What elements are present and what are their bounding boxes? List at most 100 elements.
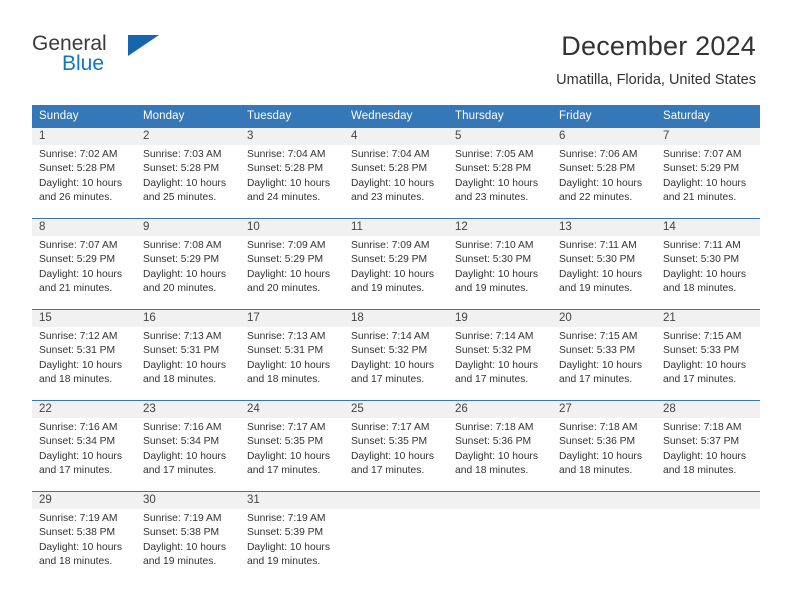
daylight-text-line2: and 26 minutes.: [39, 191, 113, 203]
calendar-day-cell[interactable]: 29 Sunrise: 7:19 AM Sunset: 5:38 PM Dayligh…: [32, 491, 136, 582]
day-number: 13: [552, 219, 656, 236]
calendar-day-cell[interactable]: 1 Sunrise: 7:02 AM Sunset: 5:28 PM Daylight…: [32, 127, 136, 219]
day-cell-inner: 25 Sunrise: 7:17 AM Sunset: 5:35 PM Dayligh…: [344, 401, 448, 491]
sunrise-text: Sunrise: 7:15 AM: [663, 331, 742, 342]
calendar-day-cell[interactable]: 10 Sunrise: 7:09 AM Sunset: 5:29 PM Dayligh…: [240, 218, 344, 310]
sunset-text: Sunset: 5:38 PM: [143, 527, 220, 539]
calendar-day-cell[interactable]: 23 Sunrise: 7:16 AM Sunset: 5:34 PM Dayligh…: [136, 400, 240, 492]
day-cell-inner: 27 Sunrise: 7:18 AM Sunset: 5:36 PM Dayligh…: [552, 401, 656, 491]
calendar-day-cell[interactable]: 9 Sunrise: 7:08 AM Sunset: 5:29 PM Daylight…: [136, 218, 240, 310]
daylight-text-line1: Daylight: 10 hours: [143, 450, 226, 462]
sunset-text: Sunset: 5:32 PM: [455, 345, 532, 357]
sunrise-text: Sunrise: 7:12 AM: [39, 331, 118, 342]
daylight-text-line1: Daylight: 10 hours: [351, 177, 434, 189]
daylight-text-line2: and 18 minutes.: [663, 282, 737, 294]
sunset-text: Sunset: 5:32 PM: [351, 345, 428, 357]
weekday-header-tuesday: Tuesday: [240, 105, 344, 128]
calendar-day-cell[interactable]: 19 Sunrise: 7:14 AM Sunset: 5:32 PM Dayligh…: [448, 309, 552, 401]
calendar-day-cell[interactable]: 8 Sunrise: 7:07 AM Sunset: 5:29 PM Daylight…: [32, 218, 136, 310]
day-details: Sunrise: 7:11 AM Sunset: 5:30 PM Daylight:…: [552, 236, 656, 296]
calendar-header-row: Sunday Monday Tuesday Wednesday Thursday…: [32, 105, 760, 128]
day-details: Sunrise: 7:07 AM Sunset: 5:29 PM Daylight:…: [656, 145, 760, 205]
day-cell-inner: 1 Sunrise: 7:02 AM Sunset: 5:28 PM Daylight…: [32, 128, 136, 218]
sunset-text: Sunset: 5:28 PM: [39, 163, 116, 175]
calendar-day-cell[interactable]: 13 Sunrise: 7:11 AM Sunset: 5:30 PM Dayligh…: [552, 218, 656, 310]
calendar-day-cell[interactable]: 14 Sunrise: 7:11 AM Sunset: 5:30 PM Dayligh…: [656, 218, 760, 310]
calendar-day-cell[interactable]: 18 Sunrise: 7:14 AM Sunset: 5:32 PM Dayligh…: [344, 309, 448, 401]
calendar-day-cell[interactable]: 21 Sunrise: 7:15 AM Sunset: 5:33 PM Dayligh…: [656, 309, 760, 401]
daylight-text-line1: Daylight: 10 hours: [455, 268, 538, 280]
day-details: Sunrise: 7:15 AM Sunset: 5:33 PM Daylight:…: [552, 327, 656, 387]
calendar-day-cell[interactable]: 4 Sunrise: 7:04 AM Sunset: 5:28 PM Daylight…: [344, 127, 448, 219]
sunset-text: Sunset: 5:34 PM: [39, 436, 116, 448]
day-number: 26: [448, 401, 552, 418]
calendar-page: General Blue December 2024 Umatilla, Flo…: [0, 0, 792, 612]
sunrise-text: Sunrise: 7:06 AM: [559, 149, 638, 160]
day-details: Sunrise: 7:18 AM Sunset: 5:36 PM Daylight:…: [448, 418, 552, 478]
calendar-day-cell[interactable]: 30 Sunrise: 7:19 AM Sunset: 5:38 PM Dayligh…: [136, 491, 240, 582]
calendar-day-cell[interactable]: 28 Sunrise: 7:18 AM Sunset: 5:37 PM Dayligh…: [656, 400, 760, 492]
daylight-text-line1: Daylight: 10 hours: [663, 450, 746, 462]
day-number: 3: [240, 128, 344, 145]
calendar-day-cell[interactable]: 11 Sunrise: 7:09 AM Sunset: 5:29 PM Dayligh…: [344, 218, 448, 310]
weekday-header-saturday: Saturday: [656, 105, 760, 128]
sunset-text: Sunset: 5:29 PM: [247, 254, 324, 266]
sunrise-text: Sunrise: 7:10 AM: [455, 240, 534, 251]
calendar-day-cell[interactable]: [552, 491, 656, 582]
calendar-day-cell[interactable]: 26 Sunrise: 7:18 AM Sunset: 5:36 PM Dayligh…: [448, 400, 552, 492]
day-details: Sunrise: 7:12 AM Sunset: 5:31 PM Daylight:…: [32, 327, 136, 387]
calendar-day-cell[interactable]: [656, 491, 760, 582]
calendar-day-cell[interactable]: 7 Sunrise: 7:07 AM Sunset: 5:29 PM Daylight…: [656, 127, 760, 219]
day-details: Sunrise: 7:06 AM Sunset: 5:28 PM Daylight:…: [552, 145, 656, 205]
daylight-text-line1: Daylight: 10 hours: [39, 541, 122, 553]
calendar-day-cell[interactable]: 15 Sunrise: 7:12 AM Sunset: 5:31 PM Dayligh…: [32, 309, 136, 401]
calendar-day-cell[interactable]: 6 Sunrise: 7:06 AM Sunset: 5:28 PM Daylight…: [552, 127, 656, 219]
day-cell-inner: 30 Sunrise: 7:19 AM Sunset: 5:38 PM Dayligh…: [136, 492, 240, 582]
calendar-day-cell[interactable]: 2 Sunrise: 7:03 AM Sunset: 5:28 PM Daylight…: [136, 127, 240, 219]
daylight-text-line1: Daylight: 10 hours: [559, 359, 642, 371]
calendar-day-cell[interactable]: 16 Sunrise: 7:13 AM Sunset: 5:31 PM Dayligh…: [136, 309, 240, 401]
calendar-day-cell[interactable]: 17 Sunrise: 7:13 AM Sunset: 5:31 PM Dayligh…: [240, 309, 344, 401]
day-number: 8: [32, 219, 136, 236]
general-blue-logo[interactable]: General Blue: [32, 32, 212, 84]
daylight-text-line1: Daylight: 10 hours: [143, 541, 226, 553]
daylight-text-line1: Daylight: 10 hours: [663, 359, 746, 371]
daylight-text-line1: Daylight: 10 hours: [455, 450, 538, 462]
daylight-text-line2: and 24 minutes.: [247, 191, 321, 203]
calendar-day-cell[interactable]: 20 Sunrise: 7:15 AM Sunset: 5:33 PM Dayligh…: [552, 309, 656, 401]
daylight-text-line2: and 17 minutes.: [351, 373, 425, 385]
calendar-week-row: 15 Sunrise: 7:12 AM Sunset: 5:31 PM Dayligh…: [32, 309, 760, 401]
sunset-text: Sunset: 5:28 PM: [455, 163, 532, 175]
calendar-day-cell[interactable]: 5 Sunrise: 7:05 AM Sunset: 5:28 PM Daylight…: [448, 127, 552, 219]
calendar-week-row: 8 Sunrise: 7:07 AM Sunset: 5:29 PM Daylight…: [32, 218, 760, 310]
day-cell-inner: [552, 492, 656, 582]
sunset-text: Sunset: 5:33 PM: [559, 345, 636, 357]
day-details: Sunrise: 7:15 AM Sunset: 5:33 PM Daylight:…: [656, 327, 760, 387]
day-number: 11: [344, 219, 448, 236]
calendar-day-cell[interactable]: 12 Sunrise: 7:10 AM Sunset: 5:30 PM Dayligh…: [448, 218, 552, 310]
daylight-text-line2: and 19 minutes.: [455, 282, 529, 294]
day-number: 15: [32, 310, 136, 327]
calendar-day-cell[interactable]: 24 Sunrise: 7:17 AM Sunset: 5:35 PM Dayligh…: [240, 400, 344, 492]
calendar-day-cell[interactable]: [448, 491, 552, 582]
daylight-text-line1: Daylight: 10 hours: [143, 268, 226, 280]
weekday-header-sunday: Sunday: [32, 105, 136, 128]
day-cell-inner: 16 Sunrise: 7:13 AM Sunset: 5:31 PM Dayligh…: [136, 310, 240, 400]
sunrise-text: Sunrise: 7:18 AM: [663, 422, 742, 433]
page-header: General Blue December 2024 Umatilla, Flo…: [0, 0, 792, 88]
sunset-text: Sunset: 5:28 PM: [247, 163, 324, 175]
calendar-body: 1 Sunrise: 7:02 AM Sunset: 5:28 PM Daylight…: [32, 127, 760, 582]
calendar-day-cell[interactable]: 31 Sunrise: 7:19 AM Sunset: 5:39 PM Dayligh…: [240, 491, 344, 582]
calendar-day-cell[interactable]: 3 Sunrise: 7:04 AM Sunset: 5:28 PM Daylight…: [240, 127, 344, 219]
calendar-day-cell[interactable]: 22 Sunrise: 7:16 AM Sunset: 5:34 PM Dayligh…: [32, 400, 136, 492]
sunset-text: Sunset: 5:31 PM: [247, 345, 324, 357]
calendar-day-cell[interactable]: 27 Sunrise: 7:18 AM Sunset: 5:36 PM Dayligh…: [552, 400, 656, 492]
sunset-text: Sunset: 5:29 PM: [351, 254, 428, 266]
calendar-day-cell[interactable]: [344, 491, 448, 582]
calendar-day-cell[interactable]: 25 Sunrise: 7:17 AM Sunset: 5:35 PM Dayligh…: [344, 400, 448, 492]
sunrise-text: Sunrise: 7:14 AM: [455, 331, 534, 342]
sunset-text: Sunset: 5:29 PM: [663, 163, 740, 175]
logo-text-blue: Blue: [62, 52, 105, 75]
sunset-text: Sunset: 5:36 PM: [559, 436, 636, 448]
sunset-text: Sunset: 5:38 PM: [39, 527, 116, 539]
